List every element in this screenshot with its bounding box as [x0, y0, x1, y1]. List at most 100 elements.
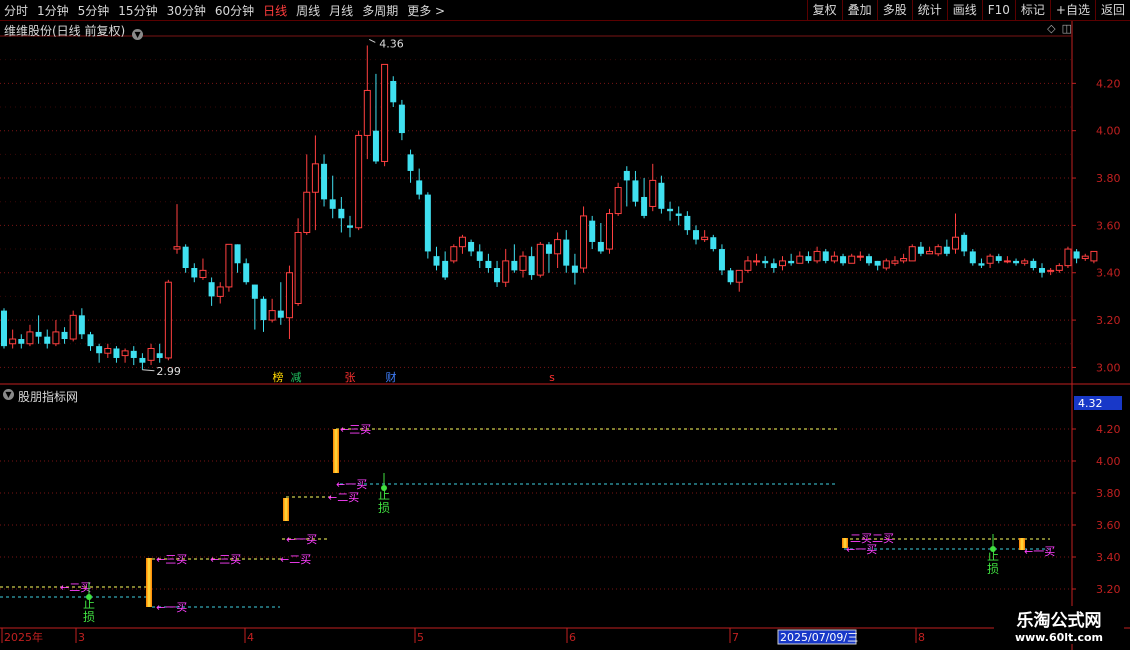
candle-body-down — [684, 215, 691, 231]
candle-body-down — [260, 298, 267, 321]
event-marker[interactable]: s — [549, 371, 555, 384]
event-marker[interactable]: 财 — [386, 370, 397, 384]
candle-body-down — [476, 251, 483, 261]
candle-body-up — [355, 134, 363, 229]
signal-label-buy1: ←一买 — [156, 601, 187, 614]
candle-body-down — [78, 315, 85, 335]
toolbar-button[interactable]: 复权 — [806, 0, 842, 20]
candle-body-down — [251, 284, 258, 299]
cursor-date-label: 2025/07/09/三 — [780, 631, 858, 644]
candle-body-up — [934, 246, 942, 255]
toolbar-button[interactable]: 叠加 — [841, 0, 877, 20]
period-toolbar: 分时 1分钟 5分钟 15分钟 30分钟 60分钟 日线 周线 月线 多周期 更多 > 复权 叠加 多股… — [0, 0, 1130, 21]
stop-loss-label: 止 — [83, 597, 95, 611]
toolbar-button[interactable]: +自选 — [1049, 0, 1095, 20]
candle-body-down — [1013, 260, 1020, 264]
candle-body-down — [710, 237, 717, 250]
period-tab[interactable]: 30分钟 — [167, 2, 206, 19]
event-marker[interactable]: 榜 — [273, 370, 284, 384]
candle-body-up — [26, 331, 34, 345]
candle-body-up — [908, 246, 916, 262]
diamond-icon[interactable]: ◇ — [1047, 22, 1055, 35]
period-tab[interactable]: 5分钟 — [78, 2, 110, 19]
candle-body-up — [1047, 269, 1055, 272]
candle-body-down — [995, 256, 1002, 261]
candle-body-up — [1081, 255, 1089, 260]
candle-body-down — [978, 263, 985, 266]
candle-body-down — [641, 196, 648, 216]
candle-body-up — [926, 250, 934, 255]
date-label: 8 — [918, 631, 925, 644]
toolbar-button[interactable]: 画线 — [946, 0, 982, 20]
price-tick-label: 3.60 — [1096, 219, 1121, 232]
period-tabs: 分时 1分钟 5分钟 15分钟 30分钟 60分钟 日线 周线 月线 多周期 更多 > — [4, 0, 445, 20]
candle-body-down — [191, 268, 198, 278]
candle-body-up — [173, 246, 181, 250]
candle-body-down — [424, 194, 431, 252]
candle-body-up — [285, 272, 293, 319]
period-tab[interactable]: 日线 — [263, 2, 287, 19]
period-tab[interactable]: 15分钟 — [118, 2, 157, 19]
toolbar-button[interactable]: 多股 — [876, 0, 912, 20]
date-label: 2025年 — [4, 630, 43, 644]
high-pointer — [369, 39, 376, 43]
candle-body-down — [338, 208, 345, 219]
price-tick-label: 3.40 — [1096, 267, 1121, 280]
candle-body-up — [199, 269, 207, 278]
candle-body-up — [779, 260, 786, 267]
candle-body-down — [398, 104, 405, 134]
candle-body-up — [554, 239, 562, 255]
indicator-tick-label: 4.00 — [1096, 455, 1121, 468]
stop-loss-label: 损 — [83, 610, 95, 624]
candle-body-down — [727, 270, 734, 283]
candle-body-down — [35, 331, 42, 337]
toolbar-button[interactable]: 统计 — [911, 0, 947, 20]
candle-body-down — [208, 282, 215, 297]
candle-body-up — [952, 236, 959, 250]
candle-body-down — [866, 256, 872, 264]
price-tick-label: 4.00 — [1096, 125, 1121, 138]
period-tab[interactable]: 多周期 — [362, 2, 398, 19]
toolbar-button[interactable]: F10 — [981, 0, 1015, 20]
toolbar-button[interactable]: 返回 — [1094, 0, 1130, 20]
candle-body-up — [606, 213, 613, 250]
period-tab[interactable]: 更多 > — [407, 2, 445, 19]
candle-body-up — [1055, 265, 1063, 271]
event-marker[interactable]: 减 — [291, 371, 302, 384]
candle-body-up — [753, 260, 761, 263]
chart-canvas[interactable]: 4.20 4.00 3.80 3.60 3.40 3.20 3.00 4.36 2.99 榜减 张 财… — [0, 0, 1130, 650]
chevron-down-icon[interactable]: ▼ — [132, 29, 144, 40]
candle-body-down — [1, 310, 7, 347]
candle-body-up — [311, 163, 319, 193]
event-marker[interactable]: 张 — [345, 371, 356, 384]
candle-body-down — [243, 263, 250, 283]
chart-title: 维维股份(日线 前复权) ▼ — [4, 22, 144, 40]
period-tab[interactable]: 月线 — [329, 2, 353, 19]
watermark-title: 乐淘公式网 — [1016, 611, 1102, 631]
candle-body-up — [1064, 248, 1072, 267]
candle-body-down — [969, 251, 976, 264]
candle-body-down — [61, 331, 68, 340]
candle-body-down — [1030, 260, 1037, 268]
period-tab[interactable]: 周线 — [296, 2, 320, 19]
period-tab[interactable]: 60分钟 — [215, 2, 254, 19]
toolbar-button[interactable]: 标记 — [1014, 0, 1050, 20]
signal-label-buy2: ←二买 — [60, 581, 91, 594]
candle-body-down — [718, 249, 725, 271]
window-toggle-icon[interactable]: ◫ — [1062, 22, 1072, 35]
period-tab[interactable]: 1分钟 — [37, 2, 69, 19]
candle-body-up — [458, 236, 466, 248]
candle-body-up — [856, 255, 864, 258]
candle-body-up — [363, 89, 371, 136]
indicator-chevron-down-icon[interactable]: ▼ — [3, 389, 14, 400]
candle-body-down — [321, 163, 328, 200]
candle-body-up — [891, 260, 899, 264]
candle-body-up — [744, 260, 752, 271]
candle-body-down — [372, 130, 379, 162]
indicator-title: 股朋指标网 — [18, 390, 79, 404]
candle-body-down — [762, 260, 769, 264]
period-tab[interactable]: 分时 — [4, 2, 28, 19]
candle-body-down — [874, 260, 881, 266]
candle-body-up — [52, 331, 60, 345]
indicator-tick-label: 3.80 — [1096, 487, 1121, 500]
